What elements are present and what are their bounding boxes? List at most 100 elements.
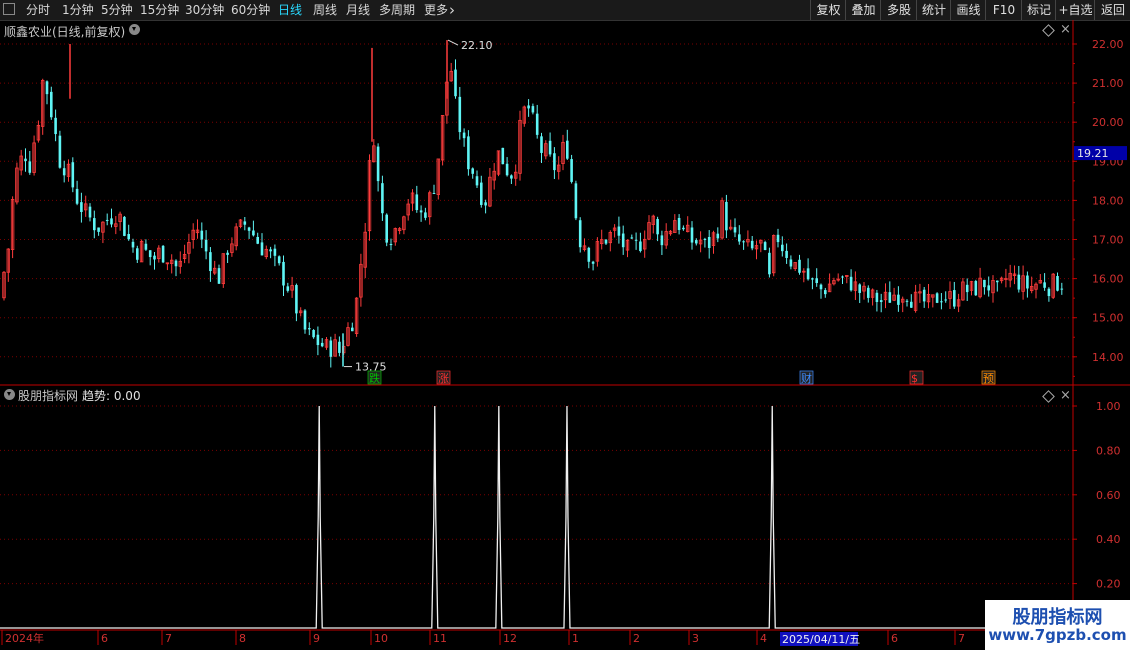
- indicator-y-tick-label: 1.00: [1096, 400, 1121, 413]
- candle: [475, 170, 479, 188]
- candle: [677, 214, 681, 235]
- candle: [402, 215, 406, 235]
- candle-body: [604, 239, 608, 244]
- candle: [114, 216, 118, 235]
- candle: [720, 197, 724, 240]
- candle: [363, 222, 367, 279]
- candle: [316, 326, 320, 356]
- candle: [93, 210, 96, 239]
- x-tick-label: 4: [760, 632, 767, 645]
- candle: [527, 99, 530, 117]
- candle: [612, 224, 617, 238]
- candle-body: [50, 91, 53, 118]
- candle-body: [815, 278, 818, 284]
- candle: [295, 283, 298, 322]
- candle: [1008, 264, 1012, 288]
- candle: [729, 219, 733, 231]
- candle: [217, 264, 221, 284]
- chart-area[interactable]: 14.0015.0016.0017.0018.0019.0020.0021.00…: [0, 0, 1130, 650]
- candle-body: [540, 136, 543, 153]
- candle-body: [467, 136, 470, 170]
- candle-body: [806, 268, 810, 280]
- candle: [45, 80, 49, 105]
- candle-body: [480, 182, 483, 205]
- candle-body: [750, 240, 754, 249]
- candle: [226, 250, 229, 264]
- candle-body: [131, 241, 135, 248]
- candle: [815, 268, 818, 287]
- candle: [754, 240, 759, 260]
- candle: [389, 238, 393, 251]
- candle: [867, 285, 870, 303]
- candle-body: [621, 233, 625, 248]
- candle: [811, 277, 814, 290]
- candle: [462, 128, 466, 147]
- candle: [682, 225, 685, 231]
- candle: [531, 103, 535, 115]
- candle: [118, 211, 122, 231]
- event-tag: $: [909, 370, 924, 385]
- high-price-label: 22.10: [461, 39, 493, 52]
- candle-body: [71, 162, 75, 188]
- candle: [1017, 265, 1021, 293]
- candle: [393, 227, 397, 246]
- candle: [144, 239, 148, 251]
- candle-body: [123, 216, 126, 236]
- candle: [488, 167, 492, 208]
- candle: [759, 239, 763, 253]
- candle: [174, 259, 178, 277]
- trend-line-path: [0, 405, 1073, 629]
- candle: [436, 158, 440, 200]
- candle-body: [849, 276, 853, 291]
- main-y-tick-label: 20.00: [1092, 116, 1124, 129]
- candle: [50, 86, 53, 120]
- candle: [264, 245, 268, 260]
- main-y-tick-label: 21.00: [1092, 77, 1124, 90]
- candle-body: [269, 249, 272, 252]
- candle-body: [204, 239, 208, 252]
- candle-body: [1060, 288, 1064, 290]
- candle: [806, 258, 810, 281]
- candle: [1047, 287, 1051, 302]
- candle: [397, 227, 402, 235]
- candle-body: [110, 218, 113, 225]
- candle-body: [45, 81, 49, 95]
- candle-body: [148, 250, 152, 258]
- candle: [768, 247, 771, 278]
- candle-body: [243, 221, 247, 225]
- candle-body: [548, 140, 552, 155]
- candle-body: [58, 135, 62, 168]
- candle-body: [553, 153, 556, 171]
- candle: [1051, 272, 1055, 300]
- candle: [1026, 271, 1029, 298]
- candle-body: [776, 234, 780, 243]
- candle: [647, 215, 651, 241]
- x-tick-label: 6: [891, 632, 898, 645]
- candle: [367, 154, 372, 241]
- candle: [467, 130, 470, 176]
- candle-body: [879, 300, 883, 303]
- candle: [221, 253, 225, 288]
- candle-body: [419, 210, 423, 213]
- candle: [320, 338, 324, 348]
- watermark-url: www.7gpzb.com: [988, 626, 1127, 644]
- candle-body: [505, 163, 509, 176]
- candle: [668, 229, 673, 236]
- candle: [338, 336, 341, 357]
- candle-body: [695, 240, 698, 244]
- candle-body: [639, 241, 642, 252]
- candle: [974, 279, 978, 296]
- candle-body: [944, 299, 947, 301]
- x-tick-label: 8: [239, 632, 246, 645]
- candle: [75, 180, 79, 206]
- candle: [918, 283, 922, 303]
- candle: [664, 223, 668, 249]
- candle-body: [1026, 275, 1029, 289]
- candle: [136, 245, 139, 263]
- candle: [15, 162, 19, 205]
- candle: [372, 139, 376, 163]
- candle-body: [858, 284, 861, 293]
- candle: [1021, 265, 1025, 300]
- time-axis: 2024年 6 7 8 9 10 11 12 1 2 3 4 6 72025/04/11/五: [1, 630, 965, 646]
- candle: [999, 276, 1004, 284]
